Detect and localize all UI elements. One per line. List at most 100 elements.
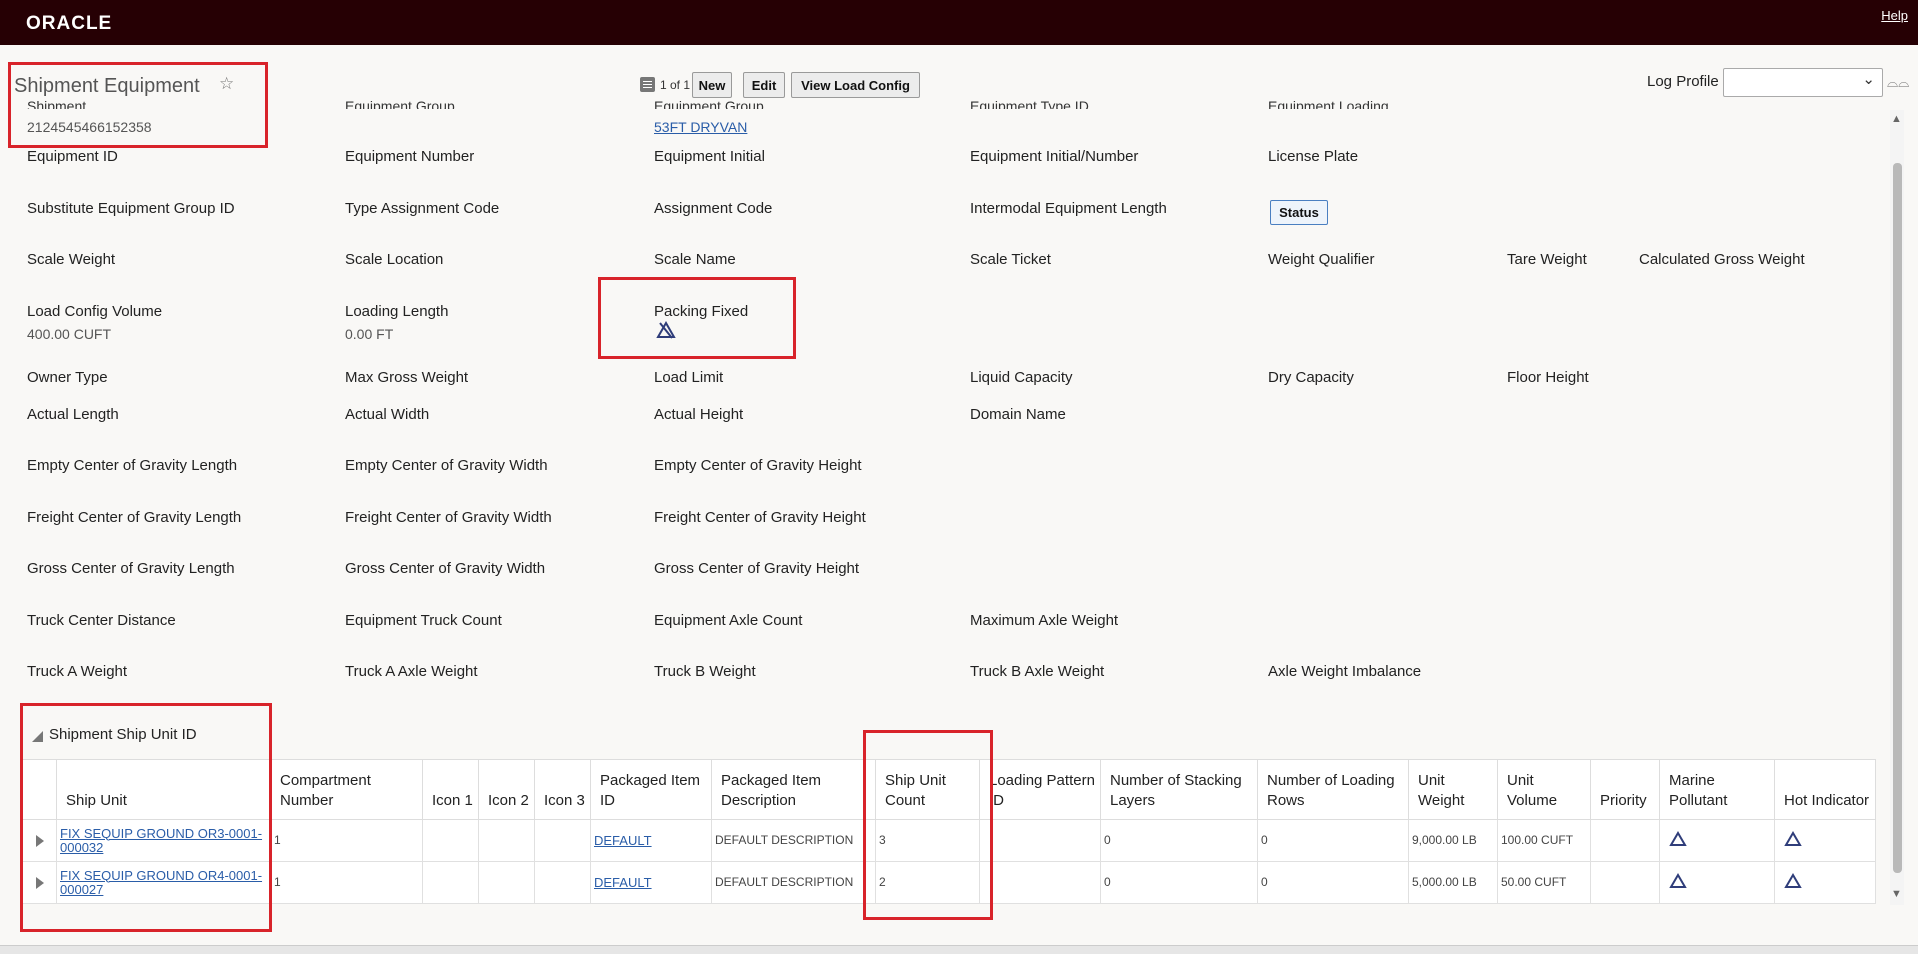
label-loading-length: Loading Length xyxy=(345,303,449,320)
icon2-cell xyxy=(478,861,535,904)
label-equipment-initial: Equipment Initial xyxy=(654,148,765,165)
loading-pattern-id-cell xyxy=(979,861,1101,904)
loading-rows-cell: 0 xyxy=(1257,861,1409,904)
partial-label-equipment-other: Equipment Loading xyxy=(1268,99,1389,109)
glasses-icon[interactable]: ⌓⌓ xyxy=(1887,74,1909,91)
label-empty-cog-height: Empty Center of Gravity Height xyxy=(654,457,862,474)
icon2-cell xyxy=(478,819,535,862)
label-scale-weight: Scale Weight xyxy=(27,251,116,268)
icon1-cell xyxy=(422,819,479,862)
label-truck-a-weight: Truck A Weight xyxy=(27,663,128,680)
view-load-config-button[interactable]: View Load Config xyxy=(791,72,920,98)
edit-button[interactable]: Edit xyxy=(743,72,785,98)
top-bar: ORACLE Help xyxy=(0,0,1918,45)
label-load-limit: Load Limit xyxy=(654,369,724,386)
header-unit-weight[interactable]: Unit Weight xyxy=(1408,759,1498,820)
label-truck-b-weight: Truck B Weight xyxy=(654,663,756,680)
label-scale-name: Scale Name xyxy=(654,251,736,268)
scroll-up-icon[interactable]: ▲ xyxy=(1891,113,1902,125)
header-icon3[interactable]: Icon 3 xyxy=(534,759,591,820)
label-liquid-capacity: Liquid Capacity xyxy=(970,369,1073,386)
pager-text: 1 of 1 xyxy=(660,78,691,92)
label-freight-cog-width: Freight Center of Gravity Width xyxy=(345,509,552,526)
triangle-outline-icon xyxy=(1784,873,1802,892)
header-priority[interactable]: Priority xyxy=(1590,759,1660,820)
label-owner-type: Owner Type xyxy=(27,369,108,386)
loading-length-value: 0.00 FT xyxy=(345,326,394,342)
help-link[interactable]: Help xyxy=(1881,8,1908,23)
log-profile-select[interactable] xyxy=(1723,68,1883,97)
unit-volume-cell: 100.00 CUFT xyxy=(1497,819,1591,862)
label-dry-capacity: Dry Capacity xyxy=(1268,369,1354,386)
unit-volume-cell: 50.00 CUFT xyxy=(1497,861,1591,904)
header-marine-pollutant[interactable]: Marine Pollutant xyxy=(1659,759,1775,820)
header-compartment-number[interactable]: Compartment Number xyxy=(270,759,423,820)
list-icon[interactable] xyxy=(640,77,655,92)
partial-label-equipment-type: Equipment Group Type xyxy=(345,99,455,109)
header-number-of-loading-rows[interactable]: Number of Loading Rows xyxy=(1257,759,1409,820)
loading-pattern-id-cell xyxy=(979,819,1101,862)
label-scale-location: Scale Location xyxy=(345,251,444,268)
unit-weight-cell: 9,000.00 LB xyxy=(1408,819,1498,862)
header-unit-volume[interactable]: Unit Volume xyxy=(1497,759,1591,820)
log-profile-label: Log Profile xyxy=(1647,73,1719,90)
label-calculated-gross-weight: Calculated Gross Weight xyxy=(1639,251,1805,268)
header-loading-pattern-id[interactable]: Loading Pattern ID xyxy=(979,759,1101,820)
label-assignment-code: Assignment Code xyxy=(654,200,773,217)
label-actual-length: Actual Length xyxy=(27,406,119,423)
marine-pollutant-cell xyxy=(1659,819,1775,862)
packaged-item-description-cell: DEFAULT DESCRIPTION xyxy=(711,819,876,862)
header-hot-indicator[interactable]: Hot Indicator xyxy=(1774,759,1876,820)
loading-rows-cell: 0 xyxy=(1257,819,1409,862)
label-weight-qualifier: Weight Qualifier xyxy=(1268,251,1375,268)
label-license-plate: License Plate xyxy=(1268,148,1359,165)
scroll-down-icon[interactable]: ▼ xyxy=(1891,888,1902,900)
label-substitute-group: Substitute Equipment Group ID xyxy=(27,200,235,217)
label-freight-cog-length: Freight Center of Gravity Length xyxy=(27,509,242,526)
compartment-number-cell: 1 xyxy=(270,861,423,904)
label-intermodal-length: Intermodal Equipment Length xyxy=(970,200,1167,217)
label-load-config-volume: Load Config Volume xyxy=(27,303,163,320)
label-empty-cog-width: Empty Center of Gravity Width xyxy=(345,457,548,474)
packaged-item-id-link[interactable]: DEFAULT xyxy=(594,833,652,848)
header-number-of-stacking-layers[interactable]: Number of Stacking Layers xyxy=(1100,759,1258,820)
header-icon1[interactable]: Icon 1 xyxy=(422,759,479,820)
label-truck-b-axle-weight: Truck B Axle Weight xyxy=(970,663,1105,680)
label-floor-height: Floor Height xyxy=(1507,369,1589,386)
packaged-item-id-cell: DEFAULT xyxy=(590,861,712,904)
packaged-item-description-cell: DEFAULT DESCRIPTION xyxy=(711,861,876,904)
triangle-outline-icon xyxy=(1784,831,1802,850)
load-config-volume-value: 400.00 CUFT xyxy=(27,326,112,342)
header-packaged-item-description[interactable]: Packaged Item Description xyxy=(711,759,876,820)
header-icon2[interactable]: Icon 2 xyxy=(478,759,535,820)
highlight-box-title xyxy=(8,62,268,148)
packaged-item-id-link[interactable]: DEFAULT xyxy=(594,875,652,890)
label-actual-height: Actual Height xyxy=(654,406,744,423)
label-scale-ticket: Scale Ticket xyxy=(970,251,1051,268)
label-max-gross-weight: Max Gross Weight xyxy=(345,369,469,386)
oracle-logo: ORACLE xyxy=(26,13,113,34)
label-gross-cog-height: Gross Center of Gravity Height xyxy=(654,560,860,577)
header-packaged-item-id[interactable]: Packaged Item ID xyxy=(590,759,712,820)
label-actual-width: Actual Width xyxy=(345,406,430,423)
status-button[interactable]: Status xyxy=(1270,200,1328,225)
scrollbar-thumb[interactable] xyxy=(1893,163,1902,873)
label-equipment-truck-count: Equipment Truck Count xyxy=(345,612,502,629)
label-tare-weight: Tare Weight xyxy=(1507,251,1587,268)
equipment-type-link[interactable]: 53FT DRYVAN xyxy=(654,119,747,135)
new-button[interactable]: New xyxy=(692,72,732,98)
label-type-assignment-code: Type Assignment Code xyxy=(345,200,500,217)
label-freight-cog-height: Freight Center of Gravity Height xyxy=(654,509,866,526)
label-equipment-initial-number: Equipment Initial/Number xyxy=(970,148,1139,165)
label-gross-cog-length: Gross Center of Gravity Length xyxy=(27,560,235,577)
highlight-box-ship-unit-count xyxy=(863,730,993,920)
icon3-cell xyxy=(534,861,591,904)
highlight-box-packing-fixed xyxy=(598,277,796,359)
label-equipment-axle-count: Equipment Axle Count xyxy=(654,612,803,629)
hot-indicator-cell xyxy=(1774,819,1876,862)
priority-cell xyxy=(1590,819,1660,862)
stacking-layers-cell: 0 xyxy=(1100,861,1258,904)
triangle-outline-icon xyxy=(1669,831,1687,850)
label-equipment-number: Equipment Number xyxy=(345,148,475,165)
label-truck-a-axle-weight: Truck A Axle Weight xyxy=(345,663,478,680)
